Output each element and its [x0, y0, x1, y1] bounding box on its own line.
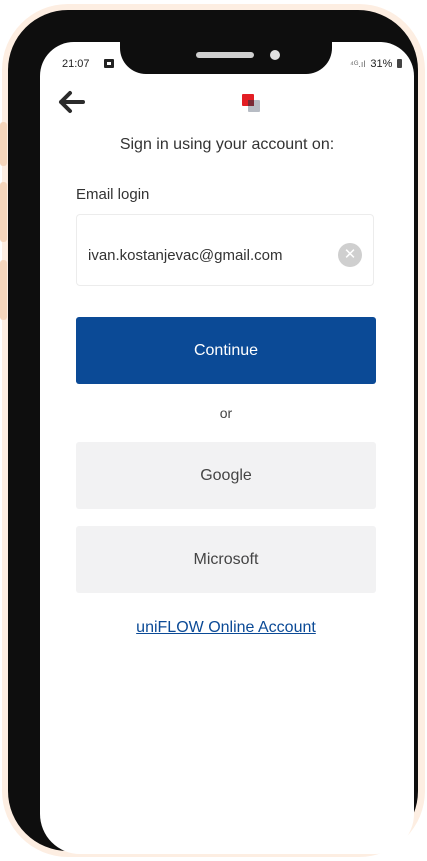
status-indicators: ⁴ᴳ.ıl 31% — [350, 58, 402, 70]
phone-camera — [270, 50, 280, 60]
image-notification-icon — [104, 59, 114, 68]
email-field[interactable]: ivan.kostanjevac@gmail.com ✕ — [76, 214, 374, 286]
email-label: Email login — [76, 186, 150, 203]
phone-speaker — [196, 52, 254, 58]
battery-icon — [396, 59, 402, 68]
uniflow-account-link[interactable]: uniFLOW Online Account — [76, 619, 376, 637]
status-time: 21:07 — [62, 58, 90, 70]
phone-side-button — [0, 260, 7, 320]
battery-percent: 31% — [370, 58, 393, 70]
or-separator: or — [219, 405, 233, 421]
phone-side-button — [0, 122, 7, 166]
phone-screen: 21:07 ⁴ᴳ.ıl 31% Sign in using your accou… — [40, 42, 414, 854]
back-arrow-icon[interactable] — [58, 89, 86, 115]
sign-in-subtitle: Sign in using your account on: — [119, 136, 335, 153]
phone-frame: 21:07 ⁴ᴳ.ıl 31% Sign in using your accou… — [0, 10, 418, 854]
clear-icon[interactable]: ✕ — [338, 243, 362, 267]
phone-side-button — [0, 182, 7, 242]
app-logo — [242, 94, 262, 114]
google-button[interactable]: Google — [76, 442, 376, 509]
continue-button[interactable]: Continue — [76, 317, 376, 384]
microsoft-button[interactable]: Microsoft — [76, 526, 376, 593]
signal-icon: ⁴ᴳ.ıl — [350, 59, 366, 69]
email-value[interactable]: ivan.kostanjevac@gmail.com — [88, 247, 282, 264]
